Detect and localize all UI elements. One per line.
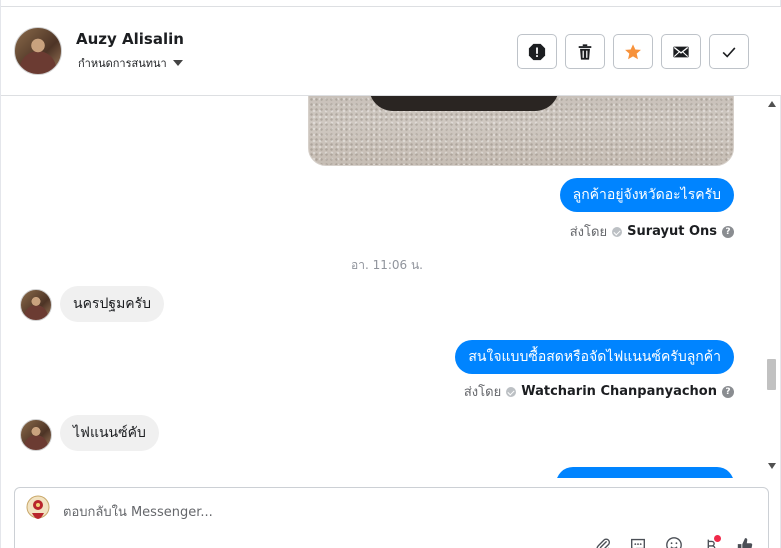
mark-done-button[interactable]: [709, 34, 749, 69]
incoming-message-bubble[interactable]: นครปฐมครับ: [60, 286, 165, 322]
message-input[interactable]: [63, 502, 663, 522]
messenger-panel: Auzy Alisalin กำหนดการสนทนา ลูกค้าอยู่จั…: [0, 0, 781, 548]
outgoing-message-bubble[interactable]: ลูกค้าอยู่จังหวัดอะไรครับ: [559, 178, 734, 212]
sent-by-info: ส่งโดย Watcharin Chanpanyachon ?: [464, 381, 734, 402]
sent-by-info: ส่งโดย Surayut Ons ?: [570, 221, 734, 242]
attach-button[interactable]: [593, 535, 613, 548]
check-circle-icon: [506, 386, 517, 397]
reply-composer: [14, 487, 769, 548]
check-circle-icon: [612, 226, 623, 237]
caret-down-icon: [172, 60, 183, 66]
sender-name[interactable]: Surayut Ons: [627, 224, 717, 239]
checkmark-icon: [722, 46, 736, 58]
outgoing-message-bubble-partial[interactable]: [556, 467, 734, 478]
like-button[interactable]: [735, 535, 755, 548]
chat-bubble-icon: [631, 538, 645, 548]
report-button[interactable]: [517, 34, 557, 69]
sent-by-label: ส่งโดย: [463, 385, 502, 400]
star-icon: [625, 43, 641, 59]
dollar-button[interactable]: [701, 535, 721, 548]
report-icon: [528, 43, 546, 60]
conversation-schedule-dropdown[interactable]: กำหนดการสนทนา: [78, 54, 183, 72]
help-icon[interactable]: ?: [722, 385, 734, 398]
smiley-icon: [666, 537, 682, 548]
page-avatar-icon: [26, 495, 50, 519]
sender-name[interactable]: Watcharin Chanpanyachon: [521, 384, 717, 399]
scroll-up-arrow-icon[interactable]: [768, 101, 776, 107]
sent-by-label: ส่งโดย: [569, 225, 608, 240]
paperclip-icon: [596, 538, 610, 548]
contact-avatar-small[interactable]: [20, 419, 52, 451]
conversation-header: Auzy Alisalin กำหนดการสนทนา: [1, 6, 781, 96]
delete-button[interactable]: [565, 34, 605, 69]
contact-avatar[interactable]: [14, 27, 62, 75]
scroll-down-arrow-icon[interactable]: [768, 463, 776, 469]
photo-attachment[interactable]: [308, 96, 734, 166]
mark-unread-button[interactable]: [661, 34, 701, 69]
photo-content: [369, 96, 559, 111]
help-icon[interactable]: ?: [722, 225, 734, 238]
notification-dot: [714, 535, 721, 542]
outgoing-message-bubble[interactable]: สนใจแบบซื้อสดหรือจัดไฟแนนซ์ครับลูกค้า: [455, 340, 734, 374]
contact-name[interactable]: Auzy Alisalin: [76, 30, 184, 48]
incoming-message-bubble[interactable]: ไฟแนนซ์คับ: [60, 415, 159, 451]
message-timestamp: อา. 11:06 น.: [351, 258, 423, 272]
contact-avatar-small[interactable]: [20, 289, 52, 321]
thumbs-up-icon: [737, 538, 753, 548]
emoji-button[interactable]: [664, 535, 684, 548]
message-thread[interactable]: ลูกค้าอยู่จังหวัดอะไรครับ ส่งโดย Surayut…: [1, 96, 763, 478]
scrollbar-thumb[interactable]: [767, 359, 776, 390]
saved-replies-button[interactable]: [628, 535, 648, 548]
envelope-icon: [673, 46, 689, 57]
star-button[interactable]: [613, 34, 653, 69]
conversation-schedule-label: กำหนดการสนทนา: [78, 57, 167, 70]
trash-icon: [578, 43, 592, 60]
thread-scrollbar[interactable]: [764, 96, 780, 476]
